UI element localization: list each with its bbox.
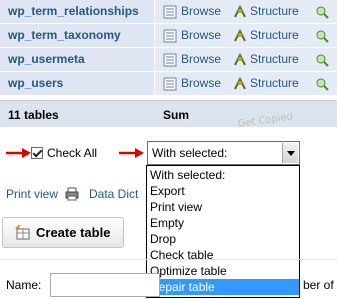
option-optimize-table[interactable]: Optimize table <box>147 263 299 279</box>
option-export[interactable]: Export <box>147 183 299 199</box>
table-name-input[interactable] <box>50 273 160 297</box>
browse-icon[interactable] <box>163 29 177 43</box>
option-drop[interactable]: Drop <box>147 231 299 247</box>
number-of-columns-label: ber of <box>303 278 334 292</box>
structure-icon[interactable] <box>233 53 247 67</box>
search-icon[interactable] <box>315 53 329 67</box>
check-all-checkbox[interactable] <box>31 147 43 159</box>
arrow-icon <box>6 147 32 159</box>
table-name-link[interactable]: wp_term_taxonomy <box>8 28 121 42</box>
new-table-icon <box>15 225 31 241</box>
table-name-link[interactable]: wp_users <box>8 76 63 90</box>
browse-icon[interactable] <box>163 5 177 19</box>
structure-link[interactable]: Structure <box>250 52 299 66</box>
table-row: wp_usermeta Browse Structure <box>0 48 337 72</box>
with-selected-select[interactable]: With selected: <box>147 141 300 165</box>
browse-link[interactable]: Browse <box>181 76 221 90</box>
search-icon[interactable] <box>315 5 329 19</box>
search-icon[interactable] <box>315 77 329 91</box>
create-table-label: Create table <box>36 225 111 240</box>
create-table-button[interactable]: Create table <box>2 217 124 248</box>
print-view-link[interactable]: Print view <box>6 187 58 201</box>
option-empty[interactable]: Empty <box>147 215 299 231</box>
table-row: wp_term_taxonomy Browse Structure <box>0 24 337 48</box>
sum-label: Sum <box>163 108 190 122</box>
printer-icon[interactable] <box>65 187 79 201</box>
table-name-link[interactable]: wp_usermeta <box>8 52 85 66</box>
data-dictionary-link[interactable]: Data Dict <box>89 187 138 201</box>
table-count: 11 tables <box>8 108 59 122</box>
table-name-link[interactable]: wp_term_relationships <box>8 4 139 18</box>
divider <box>0 259 337 260</box>
with-selected-dropdown: With selected: Export Print view Empty D… <box>146 165 300 298</box>
with-selected-value: With selected: <box>152 146 228 160</box>
browse-link[interactable]: Browse <box>181 4 221 18</box>
browse-link[interactable]: Browse <box>181 52 221 66</box>
browse-icon[interactable] <box>163 77 177 91</box>
option-with-selected[interactable]: With selected: <box>147 167 299 183</box>
structure-link[interactable]: Structure <box>250 4 299 18</box>
name-label: Name: <box>6 278 42 292</box>
check-all-label[interactable]: Check All <box>47 146 97 160</box>
search-icon[interactable] <box>315 29 329 43</box>
browse-link[interactable]: Browse <box>181 28 221 42</box>
chevron-down-icon[interactable] <box>282 143 298 163</box>
structure-link[interactable]: Structure <box>250 28 299 42</box>
table-row: wp_term_relationships Browse Structure <box>0 0 337 24</box>
table-row: wp_users Browse Structure <box>0 72 337 96</box>
structure-icon[interactable] <box>233 29 247 43</box>
option-repair-table[interactable]: Repair table <box>147 279 299 295</box>
option-check-table[interactable]: Check table <box>147 247 299 263</box>
structure-icon[interactable] <box>233 77 247 91</box>
structure-link[interactable]: Structure <box>250 76 299 90</box>
arrow-icon <box>119 147 145 159</box>
structure-icon[interactable] <box>233 5 247 19</box>
option-print-view[interactable]: Print view <box>147 199 299 215</box>
browse-icon[interactable] <box>163 53 177 67</box>
